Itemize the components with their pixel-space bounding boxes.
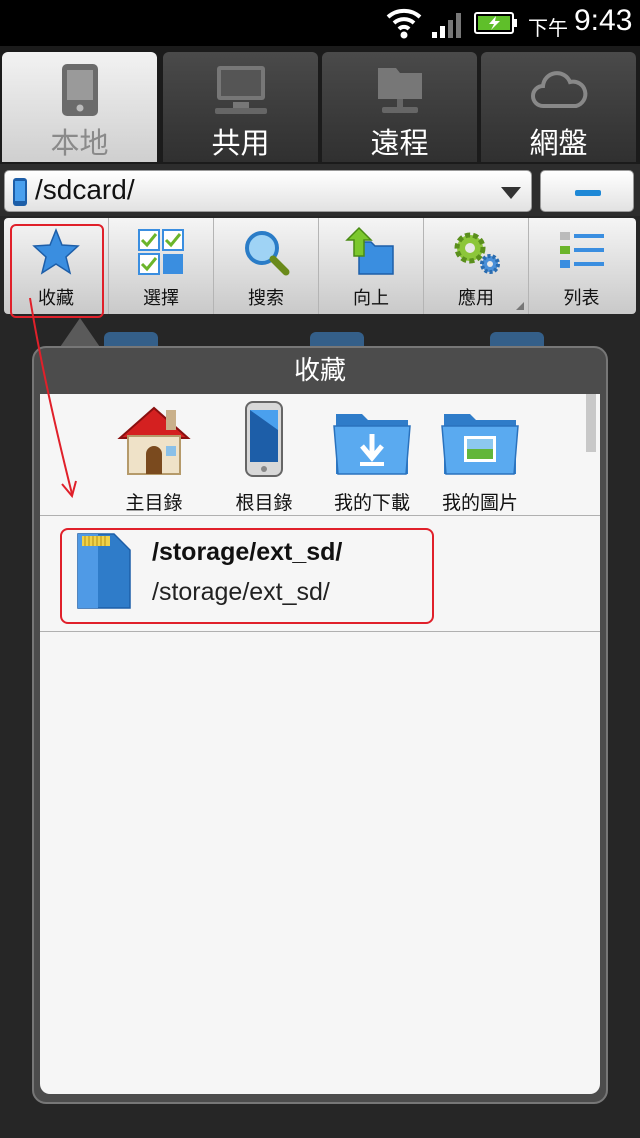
home-icon — [117, 406, 191, 475]
bookmark-highlight — [60, 528, 434, 624]
cloud-icon — [530, 71, 587, 108]
quick-access-downloads[interactable]: 我的下載 — [322, 400, 422, 514]
screen: 下午 9:43 本地 共用 遠程 網盤 /sdcard/ 收藏 選擇 搜索 向上… — [0, 0, 640, 1138]
download-folder-icon — [333, 414, 411, 475]
popup-title: 收藏 — [293, 356, 346, 386]
select-button[interactable]: 選擇 — [109, 218, 214, 314]
qa-label: 主目錄 — [125, 492, 183, 514]
wifi-icon — [386, 8, 422, 39]
tab-label: 網盤 — [529, 126, 588, 160]
path-bar: /sdcard/ — [0, 164, 640, 216]
tab-shared[interactable]: 共用 — [163, 52, 318, 162]
list-icon — [559, 232, 604, 268]
popup-body: 主目錄 根目錄 我的下載 我的圖片 /storage/ext_sd/ /stor… — [40, 394, 600, 1094]
status-time: 9:43 — [574, 4, 633, 37]
quick-access-root[interactable]: 根目錄 — [214, 400, 314, 514]
tool-label: 選擇 — [143, 288, 179, 309]
status-ampm: 下午 — [528, 16, 568, 40]
up-folder-icon — [345, 226, 394, 275]
minus-icon — [575, 190, 601, 196]
tool-label: 列表 — [563, 288, 600, 309]
tool-label: 搜索 — [248, 288, 284, 309]
status-bar: 下午 9:43 — [0, 0, 640, 46]
computer-icon — [214, 66, 267, 114]
tab-label: 共用 — [211, 126, 270, 160]
tab-remote[interactable]: 遠程 — [322, 52, 477, 162]
path-dropdown[interactable]: /sdcard/ — [4, 170, 532, 212]
quick-access-row: 主目錄 根目錄 我的下載 我的圖片 — [40, 394, 600, 516]
qa-label: 我的圖片 — [441, 492, 518, 514]
qa-label: 根目錄 — [235, 492, 293, 514]
tab-label: 遠程 — [370, 126, 429, 160]
list-view-button[interactable]: 列表 — [529, 218, 634, 314]
gears-icon — [454, 232, 500, 274]
apps-button[interactable]: 應用 — [424, 218, 529, 314]
search-icon — [245, 231, 290, 276]
tablet-icon — [61, 64, 98, 116]
current-path: /sdcard/ — [35, 174, 135, 205]
tool-label: 向上 — [353, 288, 389, 309]
signal-icon — [432, 13, 461, 38]
search-button[interactable]: 搜索 — [214, 218, 319, 314]
pictures-folder-icon — [441, 414, 519, 475]
favorites-popup: 收藏 主目錄 根目錄 我的下載 我的圖片 /storage/ext_sd/ /s… — [32, 346, 608, 1104]
select-grid-icon — [138, 229, 184, 275]
favorites-highlight — [10, 224, 104, 318]
quick-access-home[interactable]: 主目錄 — [104, 400, 204, 514]
tab-label: 本地 — [50, 126, 109, 160]
phone-icon — [13, 178, 27, 206]
phone-icon — [245, 401, 283, 477]
top-tabs: 本地 共用 遠程 網盤 — [0, 46, 640, 210]
tab-cloud[interactable]: 網盤 — [481, 52, 636, 162]
tool-label: 應用 — [458, 288, 494, 309]
scrollbar[interactable] — [586, 394, 596, 452]
chevron-down-icon — [501, 187, 521, 199]
minus-button[interactable] — [540, 170, 634, 212]
battery-charging-icon — [474, 12, 517, 34]
qa-label: 我的下載 — [333, 492, 410, 514]
quick-access-pictures[interactable]: 我的圖片 — [430, 400, 530, 514]
network-folder-icon — [377, 68, 422, 113]
up-button[interactable]: 向上 — [319, 218, 424, 314]
tab-local[interactable]: 本地 — [2, 52, 157, 162]
corner-indicator — [516, 302, 524, 310]
